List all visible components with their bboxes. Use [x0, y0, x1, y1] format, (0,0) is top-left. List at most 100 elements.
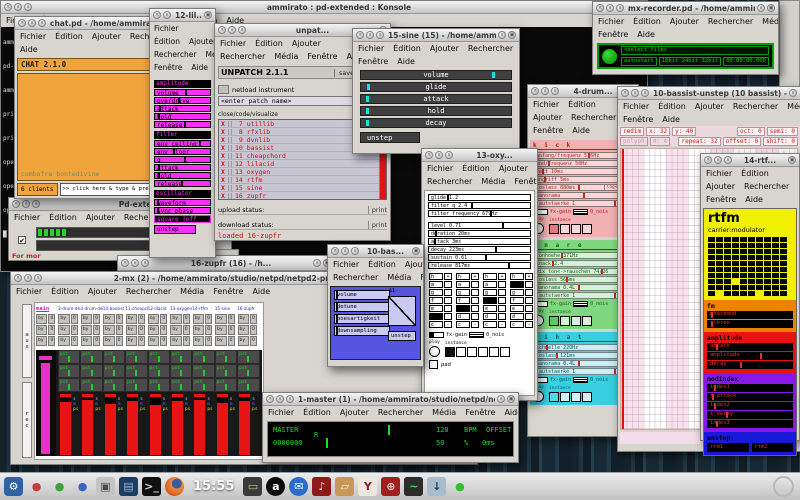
slider-thumb[interactable]	[157, 200, 159, 205]
grid-cell[interactable]	[716, 285, 723, 290]
menu-item[interactable]: Rechercher	[468, 44, 513, 53]
note-cell[interactable]: f	[510, 297, 524, 304]
maximize-icon[interactable]: ∨	[789, 89, 797, 97]
value-cell[interactable]: 0	[48, 336, 55, 346]
grid-cell[interactable]	[732, 273, 739, 278]
close-icon[interactable]: ×	[356, 31, 364, 39]
minimize-icon[interactable]: ∧	[286, 395, 294, 403]
preset-cell[interactable]: pst	[58, 364, 80, 378]
grid-cell[interactable]	[772, 243, 779, 248]
aux-send-cell[interactable]: by0	[126, 336, 148, 346]
record-arm-label[interactable]: R	[314, 431, 318, 439]
close-instrument-button[interactable]: X	[219, 152, 228, 160]
value-cell[interactable]: 0	[71, 325, 78, 335]
menu-item[interactable]: Fenêtre	[307, 52, 337, 61]
grid-cell[interactable]	[764, 237, 771, 242]
note-cell[interactable]: h	[510, 273, 524, 280]
grid-cell[interactable]	[716, 273, 723, 278]
fader-handle[interactable]	[239, 394, 250, 397]
percent-value[interactable]: 50	[436, 439, 444, 447]
grid-cell[interactable]	[764, 279, 771, 284]
menu-item[interactable]: Ajouter	[430, 44, 459, 53]
menu-item[interactable]: Fen	[420, 273, 423, 282]
bypass-cell[interactable]: by	[103, 314, 114, 324]
grid-cell[interactable]	[748, 255, 755, 260]
grid-cell[interactable]	[748, 267, 755, 272]
play-button[interactable]	[429, 346, 440, 357]
slider-thumb[interactable]	[158, 173, 160, 178]
fm-slider[interactable]: stereo	[707, 320, 793, 328]
grid-cell[interactable]	[748, 291, 755, 296]
close-icon[interactable]: ×	[18, 19, 26, 27]
modindex-slider[interactable]: index3	[707, 420, 793, 428]
grid-cell[interactable]	[716, 237, 723, 242]
close-instrument-button[interactable]: X	[219, 176, 228, 184]
menu-item[interactable]: Média	[787, 102, 800, 111]
slider-thumb[interactable]	[366, 108, 369, 114]
preset-cell[interactable]: pst	[215, 378, 237, 392]
value-cell[interactable]: 0	[116, 325, 123, 335]
note-sharp-cell[interactable]	[444, 281, 452, 288]
menu-item[interactable]: Ajouter	[88, 287, 117, 296]
grid-cell[interactable]	[756, 273, 763, 278]
remote-desktop-icon[interactable]: ▣	[96, 477, 115, 496]
grid-cell[interactable]	[708, 261, 715, 266]
bypass-cell[interactable]: by	[126, 325, 137, 335]
preset-cell[interactable]: pst	[192, 378, 214, 392]
aux-send-cell[interactable]: by0	[193, 314, 215, 324]
grid-cell[interactable]	[708, 291, 715, 296]
aux-send-cell[interactable]: by0	[238, 336, 260, 346]
chat-input[interactable]: >> click here & type & press <E	[60, 183, 155, 196]
aux-send-cell[interactable]: by0	[170, 336, 192, 346]
grid-cell[interactable]	[740, 261, 747, 266]
blue-titlebar[interactable]: ×∨∧10-bas...▣	[328, 245, 423, 258]
pager-dot-blue-icon[interactable]: ●	[73, 477, 92, 496]
note-cell[interactable]: h	[456, 273, 470, 280]
note-cell[interactable]: d	[483, 313, 497, 320]
note-cell[interactable]: d	[456, 313, 470, 320]
menu-item[interactable]: Rechercher	[733, 102, 778, 111]
menu-item[interactable]: Édition	[255, 39, 283, 48]
menu-item[interactable]: Aide	[745, 195, 763, 204]
filter-slider[interactable]: filter_frequency 679Hz	[428, 210, 531, 217]
shade-icon[interactable]: ∨	[341, 247, 349, 255]
menu-item[interactable]: Ajouter	[695, 102, 724, 111]
menu-item[interactable]: Aide	[504, 408, 518, 417]
grid-cell[interactable]	[772, 279, 779, 284]
menu-item[interactable]: Édition	[633, 17, 661, 26]
close-icon[interactable]: ×	[425, 151, 433, 159]
menu-item[interactable]: Aide	[252, 287, 270, 296]
swing-thumb[interactable]	[326, 438, 328, 448]
shade-icon[interactable]: ∨	[606, 4, 614, 12]
grid-cell[interactable]	[740, 273, 747, 278]
value-cell[interactable]: 0	[183, 325, 190, 335]
grid-cell[interactable]	[780, 255, 787, 260]
fader-handle[interactable]	[194, 394, 205, 397]
value-cell[interactable]: 0	[160, 325, 167, 335]
fader-handle[interactable]	[150, 394, 161, 397]
bypass-cell[interactable]: by	[58, 325, 69, 335]
grid-cell[interactable]	[708, 237, 715, 242]
preset-cell[interactable]: pst	[125, 364, 147, 378]
grid-cell[interactable]	[740, 243, 747, 248]
grid-cell[interactable]	[756, 261, 763, 266]
note-sharp-cell[interactable]	[525, 289, 533, 296]
fx-gain-slider[interactable]	[429, 332, 444, 338]
amplitude-slider[interactable]: decay	[707, 361, 793, 369]
instance-cell[interactable]	[571, 316, 581, 326]
unstep-button[interactable]: unstep	[154, 225, 196, 234]
grid-cell[interactable]	[724, 285, 731, 290]
instance-cell[interactable]	[549, 224, 559, 234]
close-icon[interactable]: ×	[704, 156, 712, 164]
amplitude-slider[interactable]: amplitude	[707, 352, 793, 360]
slider-thumb[interactable]	[435, 231, 437, 236]
value-cell[interactable]: 0	[93, 336, 100, 346]
value-cell[interactable]: 0	[138, 325, 145, 335]
grid-cell[interactable]	[756, 243, 763, 248]
close-icon[interactable]: ×	[153, 11, 161, 19]
value-cell[interactable]: 0	[116, 336, 123, 346]
note-sharp-cell[interactable]	[471, 297, 479, 304]
channel-fader[interactable]	[127, 398, 138, 455]
aux-send-cell[interactable]: by0	[81, 314, 103, 324]
offset-value[interactable]: 0ms	[482, 439, 495, 447]
